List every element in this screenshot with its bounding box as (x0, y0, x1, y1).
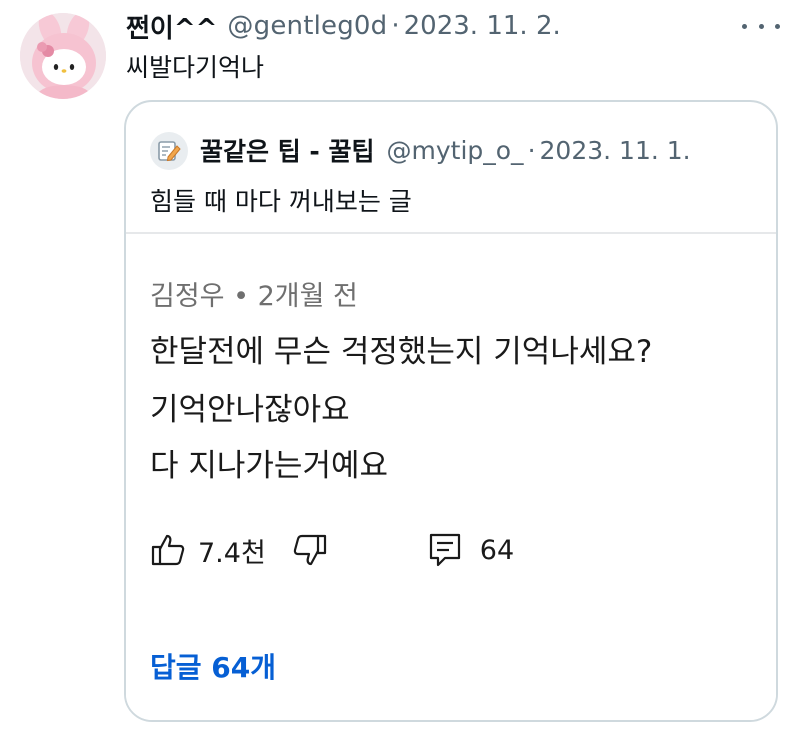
tweet-header: 쩐이^^ @gentleg0d · 2023. 11. 2. (126, 8, 561, 44)
quoted-header-separator: · (527, 135, 536, 165)
like-count: 7.4천 (198, 537, 266, 569)
comment-line-2: 기억안나잖아요 (150, 392, 350, 428)
thumbs-up-icon (150, 532, 186, 568)
quoted-media-image[interactable]: 김정우 • 2개월 전 한달전에 무슨 걱정했는지 기억나세요? 기억안나잖아요… (126, 232, 776, 720)
quoted-avatar (150, 132, 188, 170)
replies-link: 답글 64개 (150, 651, 276, 684)
comment-author-meta: 김정우 • 2개월 전 (150, 281, 358, 312)
comment-reply-icon (428, 532, 462, 568)
quoted-tweet-text: 힘들 때 마다 꺼내보는 글 (150, 187, 412, 216)
comment-line-3: 다 지나가는거예요 (150, 448, 389, 484)
comment-line-1: 한달전에 무슨 걱정했는지 기억나세요? (150, 334, 653, 370)
quoted-display-name[interactable]: 꿀같은 팁 - 꿀팁 (200, 132, 375, 168)
memo-pencil-icon (158, 141, 181, 162)
comment-actions: 7.4천 64 (150, 530, 514, 570)
quoted-tweet-card[interactable]: 꿀같은 팁 - 꿀팁 @mytip_o_ · 2023. 11. 1. 힘들 때… (124, 100, 778, 722)
tweet-text: 씨발다기억나 (126, 53, 265, 82)
display-name[interactable]: 쩐이^^ (126, 8, 217, 45)
reply-count: 64 (479, 534, 515, 566)
user-avatar[interactable] (20, 13, 106, 99)
tweet-date[interactable]: 2023. 11. 2. (404, 11, 561, 41)
quoted-tweet-date[interactable]: 2023. 11. 1. (540, 136, 691, 165)
more-options-icon[interactable] (742, 14, 780, 38)
quoted-user-handle[interactable]: @mytip_o_ (387, 136, 524, 165)
hello-kitty-avatar-icon (20, 13, 106, 99)
thumbs-down-icon (292, 532, 328, 568)
header-separator: · (391, 11, 400, 41)
user-handle[interactable]: @gentleg0d (227, 11, 387, 41)
quoted-tweet-header: 꿀같은 팁 - 꿀팁 @mytip_o_ · 2023. 11. 1. (200, 131, 691, 169)
